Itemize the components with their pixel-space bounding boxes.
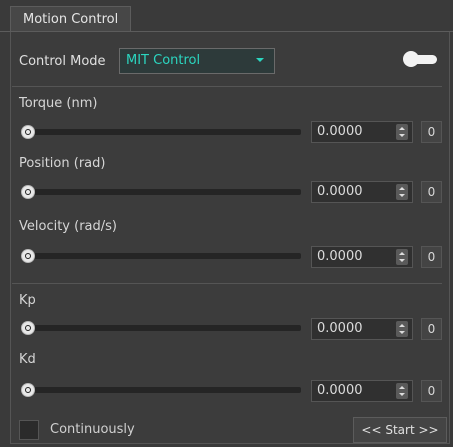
arrow-up-icon[interactable] (399, 252, 405, 255)
position-spinbox[interactable]: 0.0000 (311, 181, 413, 203)
spin-buttons[interactable] (396, 184, 408, 200)
kd-slider-handle[interactable] (21, 383, 35, 397)
toggle-knob (403, 51, 419, 67)
velocity-slider-handle[interactable] (21, 249, 35, 263)
kp-spinbox[interactable]: 0.0000 (311, 318, 413, 340)
position-reset-button[interactable]: 0 (421, 181, 442, 203)
kp-slider-handle[interactable] (21, 321, 35, 335)
torque-value[interactable]: 0.0000 (317, 124, 363, 139)
control-mode-select[interactable]: MIT Control (119, 48, 275, 74)
kd-label: Kd (19, 352, 36, 367)
chevron-down-icon (256, 58, 264, 62)
position-slider[interactable] (21, 189, 301, 195)
continuously-checkbox[interactable] (19, 420, 39, 440)
arrow-down-icon[interactable] (399, 194, 405, 197)
kd-slider[interactable] (21, 387, 301, 393)
kd-spinbox[interactable]: 0.0000 (311, 380, 413, 402)
torque-spinbox[interactable]: 0.0000 (311, 121, 413, 143)
torque-label: Torque (nm) (19, 96, 98, 111)
position-label: Position (rad) (19, 156, 106, 171)
spin-buttons[interactable] (396, 249, 408, 265)
position-slider-handle[interactable] (21, 185, 35, 199)
arrow-up-icon[interactable] (399, 324, 405, 327)
torque-slider[interactable] (21, 129, 301, 135)
velocity-label: Velocity (rad/s) (19, 219, 117, 234)
enable-toggle[interactable] (403, 51, 437, 67)
kp-slider[interactable] (21, 325, 301, 331)
arrow-up-icon[interactable] (399, 386, 405, 389)
start-button[interactable]: << Start >> (353, 417, 447, 443)
continuously-label: Continuously (50, 422, 135, 437)
arrow-down-icon[interactable] (399, 259, 405, 262)
spin-buttons[interactable] (396, 124, 408, 140)
kp-reset-button[interactable]: 0 (421, 318, 442, 340)
velocity-value[interactable]: 0.0000 (317, 249, 363, 264)
velocity-slider[interactable] (21, 253, 301, 259)
control-mode-row: Control Mode MIT Control (19, 48, 439, 76)
position-value[interactable]: 0.0000 (317, 184, 363, 199)
kd-reset-button[interactable]: 0 (421, 380, 442, 402)
control-mode-value: MIT Control (126, 53, 201, 68)
torque-slider-handle[interactable] (21, 125, 35, 139)
arrow-up-icon[interactable] (399, 187, 405, 190)
velocity-spinbox[interactable]: 0.0000 (311, 246, 413, 268)
arrow-down-icon[interactable] (399, 393, 405, 396)
kd-value[interactable]: 0.0000 (317, 383, 363, 398)
divider (12, 283, 442, 284)
control-mode-label: Control Mode (19, 54, 106, 69)
kp-label: Kp (19, 293, 36, 308)
tab-motion-control[interactable]: Motion Control (10, 6, 132, 32)
torque-reset-button[interactable]: 0 (421, 121, 442, 143)
divider (12, 86, 442, 87)
velocity-reset-button[interactable]: 0 (421, 246, 442, 268)
arrow-down-icon[interactable] (399, 331, 405, 334)
spin-buttons[interactable] (396, 383, 408, 399)
kp-value[interactable]: 0.0000 (317, 321, 363, 336)
spin-buttons[interactable] (396, 321, 408, 337)
arrow-down-icon[interactable] (399, 134, 405, 137)
arrow-up-icon[interactable] (399, 127, 405, 130)
tab-bar: Motion Control (0, 0, 453, 36)
